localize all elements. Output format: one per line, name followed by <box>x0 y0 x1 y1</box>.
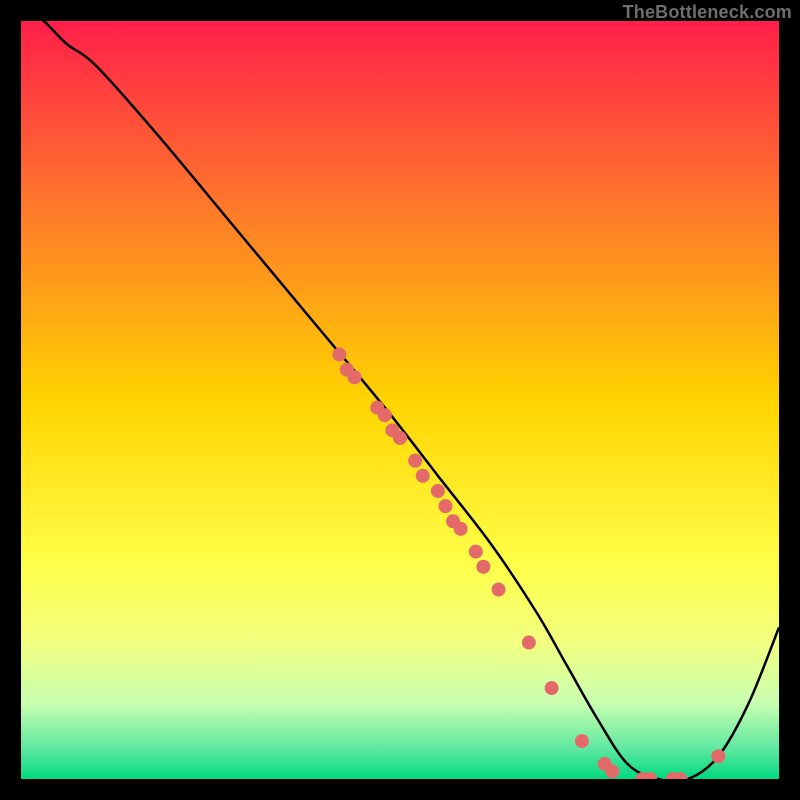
data-marker <box>393 431 407 445</box>
data-marker <box>378 408 392 422</box>
chart-container: TheBottleneck.com <box>0 0 800 800</box>
data-marker <box>492 583 506 597</box>
chart-background-gradient <box>21 21 779 779</box>
data-marker <box>522 636 536 650</box>
data-marker <box>545 681 559 695</box>
data-marker <box>431 484 445 498</box>
data-marker <box>605 764 619 778</box>
bottleneck-chart <box>0 0 800 800</box>
data-marker <box>408 454 422 468</box>
data-marker <box>476 560 490 574</box>
watermark-text: TheBottleneck.com <box>623 2 792 23</box>
data-marker <box>643 772 657 786</box>
data-marker <box>416 469 430 483</box>
data-marker <box>332 348 346 362</box>
data-marker <box>711 749 725 763</box>
data-marker <box>454 522 468 536</box>
data-marker <box>348 370 362 384</box>
data-marker <box>673 772 687 786</box>
data-marker <box>469 545 483 559</box>
data-marker <box>438 499 452 513</box>
data-marker <box>575 734 589 748</box>
